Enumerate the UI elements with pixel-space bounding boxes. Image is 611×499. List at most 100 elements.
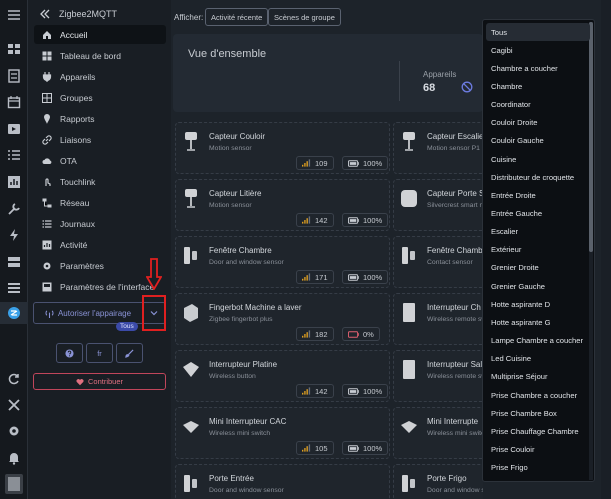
device-card[interactable]: Fenêtre Chamb Contact sensor xyxy=(393,236,483,288)
settings-gear-icon[interactable] xyxy=(7,424,21,438)
device-card[interactable]: Interrupteur Sal Wireless remote sw xyxy=(393,350,483,402)
sidebar-item-tableau-de-bord[interactable]: Tableau de bord xyxy=(34,46,166,65)
theme-button[interactable] xyxy=(116,343,143,363)
device-card[interactable]: Mini Interrupte Wireless mini switc xyxy=(393,407,483,459)
device-card[interactable]: Interrupteur Platine Wireless button 142 10… xyxy=(175,350,390,402)
allow-pairing-button[interactable]: Autoriser l'appairage xyxy=(34,303,143,323)
contribute-button[interactable]: Contribuer xyxy=(33,373,166,390)
dropdown-option[interactable]: Cagibi xyxy=(486,41,590,59)
battery-value: 100% xyxy=(363,443,383,453)
dropdown-option[interactable]: Couloir Droite xyxy=(486,114,590,132)
device-name[interactable]: Fenêtre Chamb xyxy=(427,246,483,255)
storage-icon[interactable] xyxy=(7,255,21,269)
page-scrollbar[interactable] xyxy=(601,0,611,499)
sidebar-item-appareils[interactable]: Appareils xyxy=(34,67,166,86)
chart-icon[interactable] xyxy=(7,175,21,189)
dropdown-option[interactable]: Grenier Droite xyxy=(486,259,590,277)
device-name[interactable]: Capteur Litière xyxy=(209,189,261,198)
dropdown-option[interactable]: Grenier Gauche xyxy=(486,277,590,295)
sidebar-item-reseau[interactable]: Réseau xyxy=(34,193,166,212)
device-card[interactable]: Capteur Porte S Silvercrest smart m xyxy=(393,179,483,231)
collapse-icon[interactable] xyxy=(40,9,50,19)
dropdown-option[interactable]: Prise Chauffage Chambre xyxy=(486,422,590,440)
dropdown-option[interactable]: Distributeur de croquette xyxy=(486,168,590,186)
media-icon[interactable] xyxy=(7,122,21,136)
device-card[interactable]: Porte Entrée Door and window sensor xyxy=(175,464,390,499)
rows-icon[interactable] xyxy=(7,281,21,295)
device-name[interactable]: Porte Frigo xyxy=(427,474,467,483)
dropdown-option[interactable]: Entrée Droite xyxy=(486,186,590,204)
dropdown-option[interactable]: Hotte aspirante G xyxy=(486,313,590,331)
device-card[interactable]: Mini Interrupteur CAC Wireless mini switc… xyxy=(175,407,390,459)
battery-pill: 0% xyxy=(342,327,380,341)
device-card[interactable]: Capteur Escalier Motion sensor P1 xyxy=(393,122,483,174)
tools-icon[interactable] xyxy=(7,398,21,412)
help-button[interactable] xyxy=(56,343,83,363)
battery-icon xyxy=(348,273,359,281)
device-card[interactable]: Fenêtre Chambre Door and window sensor 171… xyxy=(175,236,390,288)
device-name[interactable]: Capteur Escalier xyxy=(427,132,483,141)
sidebar-item-groupes[interactable]: Groupes xyxy=(34,88,166,107)
lqi-pill: 142 xyxy=(296,384,334,398)
device-card[interactable]: Capteur Couloir Motion sensor 109 100% xyxy=(175,122,390,174)
dropdown-option[interactable]: Prise Chambre Box xyxy=(486,404,590,422)
devices-stat-value: 68 xyxy=(423,82,436,94)
battery-value: 100% xyxy=(363,272,383,282)
sidebar-item-accueil[interactable]: Accueil xyxy=(34,25,166,44)
dropdown-option[interactable]: Prise Frigo xyxy=(486,459,590,477)
dropdown-option[interactable]: Tous xyxy=(486,23,590,41)
device-name[interactable]: Porte Entrée xyxy=(209,474,254,483)
dropdown-option[interactable]: Escalier xyxy=(486,223,590,241)
device-name[interactable]: Capteur Porte S xyxy=(427,189,483,198)
dropdown-option[interactable]: Entrée Gauche xyxy=(486,205,590,223)
device-name[interactable]: Fingerbot Machine a laver xyxy=(209,303,302,312)
device-card[interactable]: Capteur Litière Motion sensor 142 100% xyxy=(175,179,390,231)
dropdown-option[interactable]: Cuisine xyxy=(486,150,590,168)
sidebar-item-label: OTA xyxy=(60,155,77,166)
dropdown-option[interactable]: Hotte aspirante D xyxy=(486,295,590,313)
dropdown-option[interactable]: Chambre xyxy=(486,77,590,95)
dropdown-option[interactable]: Prise Couloir xyxy=(486,440,590,458)
device-name[interactable]: Mini Interrupteur CAC xyxy=(209,417,286,426)
device-name[interactable]: Interrupteur Ch xyxy=(427,303,481,312)
battery-pill: 100% xyxy=(342,384,389,398)
sidebar-item-journaux[interactable]: Journaux xyxy=(34,214,166,233)
dashboard-grid-icon[interactable] xyxy=(7,42,21,56)
dropdown-option[interactable]: Extérieur xyxy=(486,241,590,259)
sidebar-item-rapports[interactable]: Rapports xyxy=(34,109,166,128)
dropdown-option[interactable]: Couloir Gauche xyxy=(486,132,590,150)
wrench-icon[interactable] xyxy=(7,202,21,216)
device-card[interactable]: Interrupteur Ch Wireless remote sw xyxy=(393,293,483,345)
menu-icon[interactable] xyxy=(7,8,21,22)
device-name[interactable]: Interrupteur Sal xyxy=(427,360,482,369)
lightning-icon[interactable] xyxy=(7,228,21,242)
user-avatar-icon[interactable] xyxy=(5,474,23,494)
dropdown-option[interactable]: Multiprise Séjour xyxy=(486,368,590,386)
calendar-icon[interactable] xyxy=(7,95,21,109)
dropdown-option[interactable]: Prise Chambre a coucher xyxy=(486,386,590,404)
device-name[interactable]: Interrupteur Platine xyxy=(209,360,277,369)
language-button[interactable]: fr xyxy=(86,343,113,363)
device-model: Wireless button xyxy=(209,373,256,380)
device-card[interactable]: Fingerbot Machine a laver Zigbee fingerbo… xyxy=(175,293,390,345)
zigbee-icon[interactable] xyxy=(7,306,21,320)
dropdown-option[interactable]: Chambre a coucher xyxy=(486,59,590,77)
bell-icon[interactable] xyxy=(7,451,21,465)
dropdown-option[interactable]: Led Cuisine xyxy=(486,350,590,368)
refresh-icon[interactable] xyxy=(7,372,21,386)
device-card[interactable]: Porte Frigo Door and window se xyxy=(393,464,483,499)
device-model: Zigbee fingerbot plus xyxy=(209,316,273,323)
device-name[interactable]: Capteur Couloir xyxy=(209,132,265,141)
sidebar-item-ota[interactable]: OTA xyxy=(34,151,166,170)
dropdown-option[interactable]: Lampe Chambre a coucher xyxy=(486,332,590,350)
sidebar-item-touchlink[interactable]: Touchlink xyxy=(34,172,166,191)
recent-activity-button[interactable]: Activité récente xyxy=(205,8,269,26)
sidebar-item-liaisons[interactable]: Liaisons xyxy=(34,130,166,149)
device-name[interactable]: Fenêtre Chambre xyxy=(209,246,272,255)
server-icon[interactable] xyxy=(7,69,21,83)
group-scenes-button[interactable]: Scènes de groupe xyxy=(268,8,341,26)
dropdown-option[interactable]: Coordinator xyxy=(486,96,590,114)
sidebar-item-activite[interactable]: Activité xyxy=(34,235,166,254)
device-name[interactable]: Mini Interrupte xyxy=(427,417,478,426)
list-icon[interactable] xyxy=(7,148,21,162)
